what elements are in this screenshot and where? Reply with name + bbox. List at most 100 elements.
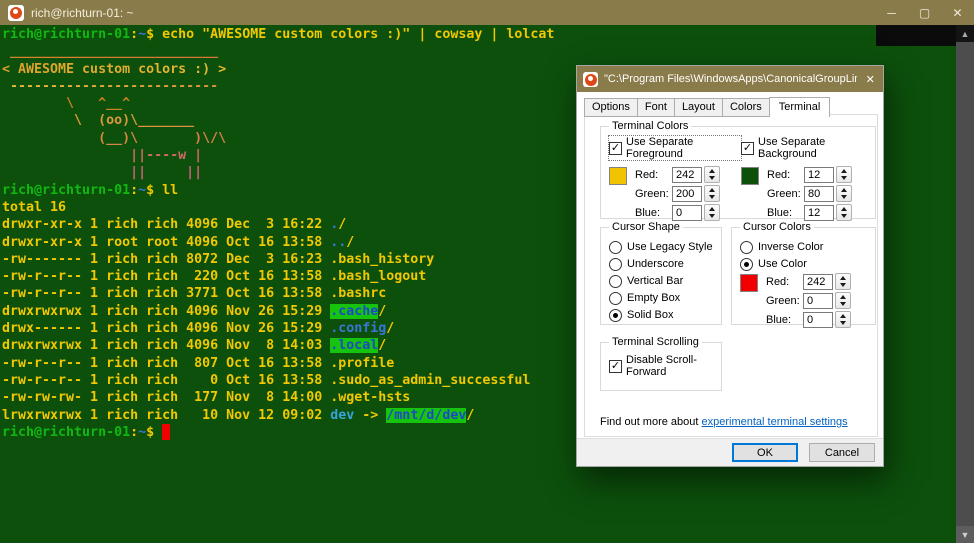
scroll-up-icon[interactable]: ▲: [956, 25, 974, 42]
cancel-button[interactable]: Cancel: [809, 443, 875, 462]
spinner-control[interactable]: [836, 166, 852, 183]
maximize-button[interactable]: ▢: [908, 0, 941, 25]
rgb-row-blue: Blue:0: [766, 312, 851, 327]
red-value-input[interactable]: 242: [672, 167, 702, 183]
checkbox-label: Use Separate Foreground: [626, 136, 741, 160]
blue-value-input[interactable]: 0: [672, 205, 702, 221]
rgb-label: Blue:: [635, 207, 672, 219]
use-separate-foreground-checkbox[interactable]: ✓ Use Separate Foreground: [609, 136, 741, 160]
terminal-text: .local: [330, 338, 378, 353]
radio-underscore[interactable]: Underscore: [609, 256, 717, 272]
use-separate-background-checkbox[interactable]: ✓ Use Separate Background: [741, 136, 873, 160]
radio-button-icon[interactable]: [740, 258, 753, 271]
terminal-cursor: [162, 424, 170, 440]
radio-inverse-color[interactable]: Inverse Color: [740, 239, 871, 255]
scroll-down-icon[interactable]: ▼: [956, 526, 974, 543]
spin-up-icon[interactable]: [841, 207, 847, 211]
tab-colors[interactable]: Colors: [722, 98, 770, 117]
green-value-input[interactable]: 0: [803, 293, 833, 309]
radio-label: Empty Box: [627, 292, 680, 304]
console-titlebar: rich@richturn-01: ~ ─ ▢ ✕: [0, 0, 974, 25]
red-value-input[interactable]: 242: [803, 274, 833, 290]
spin-up-icon[interactable]: [840, 276, 846, 280]
ok-button[interactable]: OK: [732, 443, 798, 462]
blue-value-input[interactable]: 0: [803, 312, 833, 328]
spin-down-icon[interactable]: [840, 321, 846, 325]
spinner-control[interactable]: [704, 166, 720, 183]
spin-up-icon[interactable]: [709, 169, 715, 173]
terminal-text: -rw------- 1 rich rich 8072 Dec 3 16:23 …: [2, 252, 434, 267]
cursor-color-options: Inverse Color Use Color: [740, 239, 871, 273]
terminal-text: drwxr-xr-x 1 root root 4096 Oct 16 13:58: [2, 235, 330, 250]
terminal-text: /: [386, 321, 394, 336]
terminal-text: .cache: [330, 304, 378, 319]
spin-up-icon[interactable]: [709, 207, 715, 211]
spin-up-icon[interactable]: [841, 169, 847, 173]
radio-vertical-bar[interactable]: Vertical Bar: [609, 273, 717, 289]
spin-up-icon[interactable]: [840, 314, 846, 318]
tab-layout[interactable]: Layout: [674, 98, 723, 117]
terminal-text: /: [466, 408, 474, 423]
radio-empty-box[interactable]: Empty Box: [609, 290, 717, 306]
group-terminal-scrolling: Terminal Scrolling ✓ Disable Scroll-Forw…: [600, 342, 722, 391]
spinner-control[interactable]: [836, 204, 852, 221]
terminal-text: drwxrwxrwx 1 rich rich 4096 Nov 8 14:03: [2, 338, 330, 353]
group-terminal-colors: Terminal Colors ✓ Use Separate Foregroun…: [600, 126, 876, 219]
note-text: Find out more about: [600, 416, 702, 428]
terminal-text: :: [130, 425, 138, 440]
radio-button-icon[interactable]: [609, 309, 622, 322]
spin-down-icon[interactable]: [709, 176, 715, 180]
spinner-control[interactable]: [835, 311, 851, 328]
radio-button-icon[interactable]: [609, 275, 622, 288]
experimental-settings-link[interactable]: experimental terminal settings: [702, 416, 848, 428]
radio-use-color[interactable]: Use Color: [740, 256, 871, 272]
rgb-row-blue: Blue:0: [635, 205, 720, 220]
radio-button-icon[interactable]: [740, 241, 753, 254]
terminal-text: lrwxrwxrwx 1 rich rich 10 Nov 12 09:02: [2, 408, 330, 423]
spinner-control[interactable]: [704, 185, 720, 202]
terminal-scrollbar[interactable]: ▲ ▼: [956, 25, 974, 543]
checkbox-icon[interactable]: ✓: [609, 360, 622, 373]
spinner-control[interactable]: [836, 185, 852, 202]
green-value-input[interactable]: 200: [672, 186, 702, 202]
spin-down-icon[interactable]: [840, 283, 846, 287]
blue-value-input[interactable]: 12: [804, 205, 834, 221]
terminal-text: $: [146, 425, 162, 440]
rgb-label: Green:: [635, 188, 672, 200]
foreground-rgb-rows: Red:242Green:200Blue:0: [635, 167, 720, 220]
spin-up-icon[interactable]: [841, 188, 847, 192]
dialog-close-icon[interactable]: ✕: [857, 66, 883, 92]
spinner-control[interactable]: [835, 273, 851, 290]
minimize-button[interactable]: ─: [875, 0, 908, 25]
red-value-input[interactable]: 12: [804, 167, 834, 183]
spin-down-icon[interactable]: [841, 195, 847, 199]
spin-down-icon[interactable]: [709, 214, 715, 218]
close-button[interactable]: ✕: [941, 0, 974, 25]
dialog-tabs: OptionsFontLayoutColorsTerminal: [584, 97, 829, 117]
spin-down-icon[interactable]: [841, 214, 847, 218]
radio-use-legacy-style[interactable]: Use Legacy Style: [609, 239, 717, 255]
checkbox-icon[interactable]: ✓: [609, 142, 622, 155]
terminal-line: __________________________: [2, 43, 956, 60]
terminal-text: drwxrwxrwx 1 rich rich 4096 Nov 26 15:29: [2, 304, 330, 319]
radio-solid-box[interactable]: Solid Box: [609, 307, 717, 323]
spin-up-icon[interactable]: [709, 188, 715, 192]
spin-up-icon[interactable]: [840, 295, 846, 299]
radio-button-icon[interactable]: [609, 241, 622, 254]
disable-scroll-forward-checkbox[interactable]: ✓ Disable Scroll-Forward: [609, 354, 717, 378]
checkbox-icon[interactable]: ✓: [741, 142, 754, 155]
spin-down-icon[interactable]: [840, 302, 846, 306]
radio-button-icon[interactable]: [609, 258, 622, 271]
tab-options[interactable]: Options: [584, 98, 638, 117]
spin-down-icon[interactable]: [841, 176, 847, 180]
tab-font[interactable]: Font: [637, 98, 675, 117]
radio-label: Use Color: [758, 258, 807, 270]
terminal-text: ..: [330, 235, 346, 250]
radio-button-icon[interactable]: [609, 292, 622, 305]
spinner-control[interactable]: [835, 292, 851, 309]
spinner-control[interactable]: [704, 204, 720, 221]
spin-down-icon[interactable]: [709, 195, 715, 199]
tab-terminal[interactable]: Terminal: [769, 97, 831, 117]
group-label: Cursor Shape: [609, 221, 683, 233]
green-value-input[interactable]: 80: [804, 186, 834, 202]
